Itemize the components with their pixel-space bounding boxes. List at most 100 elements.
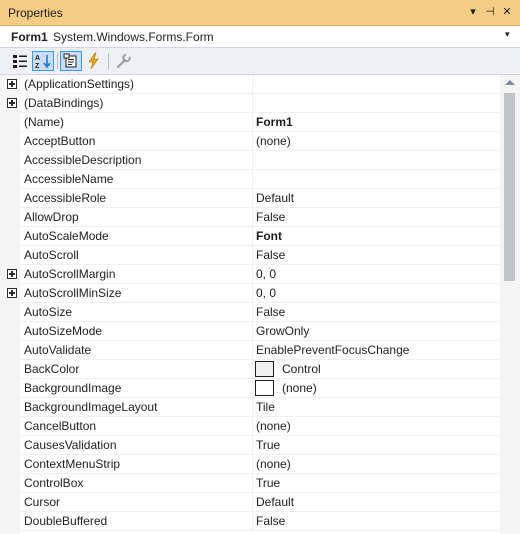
chevron-down-icon[interactable]: ▾	[505, 29, 510, 40]
property-name: (DataBindings)	[24, 96, 104, 110]
property-row[interactable]: AutoScroll False	[0, 246, 500, 265]
column-divider[interactable]	[252, 493, 253, 512]
properties-toolbar: A Z	[0, 48, 520, 75]
expand-plus-icon[interactable]	[7, 288, 17, 298]
scrollbar-thumb[interactable]	[504, 93, 515, 281]
column-divider[interactable]	[252, 151, 253, 170]
categorized-button[interactable]	[9, 51, 31, 71]
column-divider[interactable]	[252, 170, 253, 189]
property-value[interactable]: (none)	[256, 419, 496, 436]
property-name: DoubleBuffered	[24, 514, 108, 528]
scroll-up-arrow-icon[interactable]	[505, 80, 515, 85]
column-divider[interactable]	[252, 94, 253, 113]
expand-plus-icon[interactable]	[7, 98, 17, 108]
property-name: AutoScrollMargin	[24, 267, 116, 281]
column-divider[interactable]	[252, 474, 253, 493]
property-value[interactable]: Default	[256, 191, 496, 208]
column-divider[interactable]	[252, 75, 253, 94]
property-value[interactable]: Form1	[256, 115, 496, 132]
property-row[interactable]: (ApplicationSettings)	[0, 75, 500, 94]
property-row[interactable]: AccessibleRole Default	[0, 189, 500, 208]
property-row[interactable]: CancelButton (none)	[0, 417, 500, 436]
property-value[interactable]: EnablePreventFocusChange	[256, 343, 496, 360]
property-row[interactable]: BackgroundImageLayout Tile	[0, 398, 500, 417]
column-divider[interactable]	[252, 227, 253, 246]
property-row[interactable]: AutoScaleMode Font	[0, 227, 500, 246]
object-selector[interactable]: Form1 System.Windows.Forms.Form ▾	[0, 26, 520, 48]
property-pages-button[interactable]	[112, 51, 134, 71]
column-divider[interactable]	[252, 113, 253, 132]
property-value[interactable]: True	[256, 438, 496, 455]
property-value[interactable]: Font	[256, 229, 496, 246]
column-divider[interactable]	[252, 208, 253, 227]
property-value[interactable]: False	[256, 514, 496, 531]
property-value[interactable]: Default	[256, 495, 496, 512]
property-value[interactable]	[256, 77, 496, 94]
column-divider[interactable]	[252, 379, 253, 398]
property-row[interactable]: BackColor Control	[0, 360, 500, 379]
column-divider[interactable]	[252, 322, 253, 341]
events-button[interactable]	[83, 51, 105, 71]
property-value[interactable]: Tile	[256, 400, 496, 417]
properties-icon	[63, 53, 77, 68]
column-divider[interactable]	[252, 246, 253, 265]
column-divider[interactable]	[252, 455, 253, 474]
property-value[interactable]	[256, 172, 496, 189]
property-row[interactable]: AllowDrop False	[0, 208, 500, 227]
close-icon[interactable]: ✕	[500, 5, 514, 19]
property-row[interactable]: AutoSizeMode GrowOnly	[0, 322, 500, 341]
property-row[interactable]: AutoScrollMinSize 0, 0	[0, 284, 500, 303]
property-value[interactable]: 0, 0	[256, 267, 496, 284]
column-divider[interactable]	[252, 341, 253, 360]
expand-plus-icon[interactable]	[7, 269, 17, 279]
column-divider[interactable]	[252, 436, 253, 455]
column-divider[interactable]	[252, 284, 253, 303]
property-value[interactable]	[256, 96, 496, 113]
column-divider[interactable]	[252, 512, 253, 531]
properties-button[interactable]	[60, 51, 82, 71]
property-row[interactable]: CausesValidation True	[0, 436, 500, 455]
pin-icon[interactable]: ⊣	[483, 5, 497, 19]
property-name: AutoScrollMinSize	[24, 286, 122, 300]
property-value[interactable]: (none)	[282, 381, 317, 395]
property-row[interactable]: ContextMenuStrip (none)	[0, 455, 500, 474]
property-grid[interactable]: (ApplicationSettings) (DataBindings) (Name…	[0, 75, 500, 534]
property-row[interactable]: (DataBindings)	[0, 94, 500, 113]
vertical-scrollbar[interactable]	[500, 75, 520, 534]
property-name: (Name)	[24, 115, 65, 129]
column-divider[interactable]	[252, 398, 253, 417]
property-row[interactable]: ControlBox True	[0, 474, 500, 493]
property-value[interactable]: False	[256, 210, 496, 227]
property-row[interactable]: DoubleBuffered False	[0, 512, 500, 531]
property-row[interactable]: AccessibleName	[0, 170, 500, 189]
property-row[interactable]: AccessibleDescription	[0, 151, 500, 170]
property-name: AutoSizeMode	[24, 324, 103, 338]
property-row[interactable]: (Name) Form1	[0, 113, 500, 132]
property-value[interactable]: 0, 0	[256, 286, 496, 303]
property-row[interactable]: AutoValidate EnablePreventFocusChange	[0, 341, 500, 360]
property-row[interactable]: Cursor Default	[0, 493, 500, 512]
property-row[interactable]: BackgroundImage (none)	[0, 379, 500, 398]
property-value[interactable]: Control	[282, 362, 321, 376]
property-value[interactable]: False	[256, 305, 496, 322]
property-name: (ApplicationSettings)	[24, 77, 135, 91]
property-value[interactable]: GrowOnly	[256, 324, 496, 341]
column-divider[interactable]	[252, 303, 253, 322]
column-divider[interactable]	[252, 189, 253, 208]
property-row[interactable]: AutoScrollMargin 0, 0	[0, 265, 500, 284]
property-name: CausesValidation	[24, 438, 117, 452]
column-divider[interactable]	[252, 265, 253, 284]
column-divider[interactable]	[252, 360, 253, 379]
window-position-dropdown-icon[interactable]: ▾	[466, 5, 480, 19]
property-row[interactable]: AutoSize False	[0, 303, 500, 322]
property-row[interactable]: AcceptButton (none)	[0, 132, 500, 151]
property-value[interactable]: (none)	[256, 134, 496, 151]
column-divider[interactable]	[252, 132, 253, 151]
column-divider[interactable]	[252, 417, 253, 436]
expand-plus-icon[interactable]	[7, 79, 17, 89]
property-value[interactable]	[256, 153, 496, 170]
property-value[interactable]: (none)	[256, 457, 496, 474]
property-value[interactable]: False	[256, 248, 496, 265]
alphabetical-button[interactable]: A Z	[32, 51, 54, 71]
property-value[interactable]: True	[256, 476, 496, 493]
